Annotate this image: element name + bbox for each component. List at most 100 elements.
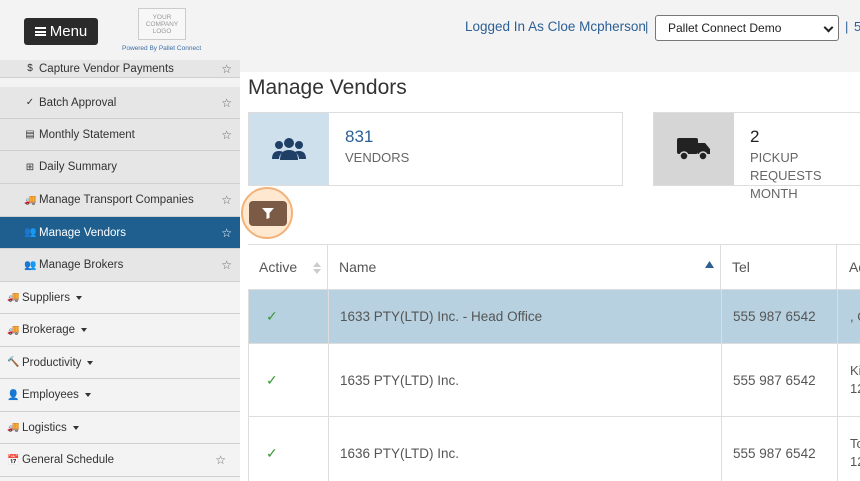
sidebar-item-daily-summary[interactable]: ⊞ Daily Summary — [0, 151, 240, 184]
caret-down-icon — [84, 393, 91, 397]
sidebar-item-suppliers[interactable]: 🚚 Suppliers — [0, 282, 240, 314]
header-trailing-link[interactable]: 5 — [854, 19, 860, 34]
address-line1: Kit — [850, 363, 860, 378]
sidebar-item-manage-brokers[interactable]: 👥 Manage Brokers ☆ — [0, 249, 240, 282]
sidebar-item-label: Productivity — [22, 356, 82, 369]
column-header-name[interactable]: Name — [328, 245, 721, 289]
caret-down-icon — [87, 360, 94, 365]
active-cell: ✓ — [249, 417, 329, 481]
star-icon[interactable]: ☆ — [221, 226, 232, 240]
name-cell: 1635 PTY(LTD) Inc. — [329, 344, 722, 416]
address-cell: To 12 — [838, 417, 860, 481]
pickup-label-line1: PICKUP REQUESTS — [750, 150, 822, 183]
sort-ascending-icon — [705, 261, 714, 268]
header-label: Tel — [732, 259, 750, 275]
tel-cell: 555 987 6542 — [722, 344, 838, 416]
truck-icon: 🚚 — [7, 324, 20, 336]
caret-down-icon — [81, 328, 88, 332]
table-row[interactable]: ✓ 1633 PTY(LTD) Inc. - Head Office 555 9… — [248, 290, 860, 344]
address-cell: , C — [838, 290, 860, 343]
star-icon[interactable]: ☆ — [215, 453, 226, 467]
logged-in-user[interactable]: Logged In As Cloe Mcpherson — [465, 19, 646, 34]
table-row[interactable]: ✓ 1635 PTY(LTD) Inc. 555 987 6542 Kit 12 — [248, 344, 860, 417]
menu-button-label: Menu — [49, 23, 88, 40]
address-line2: 12 — [850, 454, 860, 469]
sidebar-item-label: Manage Transport Companies — [39, 194, 194, 206]
pickup-count: 2 — [750, 127, 760, 146]
chevron-down-icon — [823, 22, 834, 33]
column-header-active[interactable]: Active — [248, 245, 328, 289]
tel-cell: 555 987 6542 — [722, 417, 838, 481]
header-separator-2: | — [845, 19, 849, 34]
sidebar-item-label: Brokerage — [22, 324, 76, 336]
address-line2: , C — [850, 308, 860, 324]
star-icon[interactable]: ☆ — [221, 258, 232, 272]
sidebar-item-productivity[interactable]: 🔨 Productivity — [0, 347, 240, 379]
name-cell: 1633 PTY(LTD) Inc. - Head Office — [329, 290, 722, 343]
sidebar-item-logistics[interactable]: 🚚 Logistics — [0, 412, 240, 444]
sidebar-item-label: Manage Vendors — [39, 226, 126, 239]
table-icon: ⊞ — [25, 161, 35, 173]
hamburger-icon — [34, 27, 46, 36]
sidebar-item-label: General Schedule — [22, 454, 115, 466]
sidebar-item-monthly-statement[interactable]: ▤ Monthly Statement ☆ — [0, 119, 240, 151]
star-icon[interactable]: ☆ — [221, 62, 232, 76]
check-icon: ✓ — [266, 371, 278, 388]
sidebar-item-label: Capture Vendor Payments — [39, 62, 174, 75]
truck-icon: 🚚 — [24, 194, 37, 206]
sidebar: $ Capture Vendor Payments ☆ ✓ Batch Appr… — [0, 60, 240, 481]
powered-by-text: Powered By Pallet Connect — [122, 45, 202, 52]
sidebar-item-batch-approval[interactable]: ✓ Batch Approval ☆ — [0, 87, 240, 119]
sidebar-item-manage-transport-companies[interactable]: 🚚 Manage Transport Companies ☆ — [0, 184, 240, 217]
users-icon: 👥 — [24, 227, 37, 238]
filter-button[interactable] — [249, 201, 287, 226]
menu-button[interactable]: Menu — [24, 18, 98, 45]
star-icon[interactable]: ☆ — [221, 128, 232, 142]
check-icon: ✓ — [25, 97, 35, 108]
company-select-value: Pallet Connect Demo — [668, 21, 782, 35]
header-label: Ad — [849, 259, 860, 275]
header-label: Name — [339, 259, 377, 275]
users-icon: 👥 — [24, 259, 37, 271]
company-select[interactable]: Pallet Connect Demo — [655, 15, 839, 41]
active-cell: ✓ — [249, 290, 329, 343]
vendors-count-card[interactable]: 831 VENDORS — [248, 112, 623, 186]
sidebar-item-general-schedule[interactable]: 📅 General Schedule ☆ — [0, 444, 240, 477]
main-content: Manage Vendors 831 VENDORS 2 PICKUP REQU… — [240, 72, 860, 481]
calendar-icon: 📅 — [7, 454, 20, 466]
column-header-tel[interactable]: Tel — [721, 245, 837, 289]
sidebar-item-capture-vendor-payments[interactable]: $ Capture Vendor Payments ☆ — [0, 60, 240, 78]
sidebar-item-brokerage[interactable]: 🚚 Brokerage — [0, 314, 240, 347]
address-line2: 12 — [850, 381, 860, 396]
sidebar-item-label: Suppliers — [22, 291, 70, 304]
sidebar-item-label: Employees — [22, 389, 79, 401]
dollar-icon: $ — [27, 63, 33, 74]
star-icon[interactable]: ☆ — [221, 193, 232, 207]
sidebar-item-label: Manage Brokers — [39, 259, 124, 271]
table-row[interactable]: ✓ 1636 PTY(LTD) Inc. 555 987 6542 To 12 — [248, 417, 860, 481]
sort-icon — [313, 262, 321, 274]
hammer-icon: 🔨 — [7, 357, 20, 368]
pickup-label: PICKUP REQUESTS MONTH — [750, 149, 860, 203]
tel-cell: 555 987 6542 — [722, 290, 838, 343]
check-icon: ✓ — [266, 308, 278, 324]
truck-icon — [654, 113, 734, 185]
table-header-row: Active Name Tel Ad — [248, 244, 860, 290]
header-label: Active — [259, 259, 298, 275]
sidebar-item-label: Daily Summary — [39, 161, 117, 173]
sidebar-item-label: Batch Approval — [39, 96, 117, 109]
truck-icon: 🚚 — [7, 422, 20, 433]
active-cell: ✓ — [249, 344, 329, 416]
address-line1: To — [850, 436, 860, 451]
users-icon — [249, 113, 329, 185]
column-header-address[interactable]: Ad — [837, 245, 860, 289]
sidebar-item-label: Monthly Statement — [39, 128, 135, 141]
header-separator: | — [645, 19, 649, 34]
sidebar-item-employees[interactable]: 👤 Employees — [0, 379, 240, 412]
caret-down-icon — [72, 425, 79, 430]
sidebar-item-manage-vendors[interactable]: 👥 Manage Vendors ☆ — [0, 217, 240, 249]
company-logo[interactable]: YOUR COMPANY LOGO — [138, 8, 186, 40]
filter-icon — [262, 208, 274, 219]
star-icon[interactable]: ☆ — [221, 96, 232, 110]
pickup-requests-card[interactable]: 2 PICKUP REQUESTS MONTH — [653, 112, 860, 201]
